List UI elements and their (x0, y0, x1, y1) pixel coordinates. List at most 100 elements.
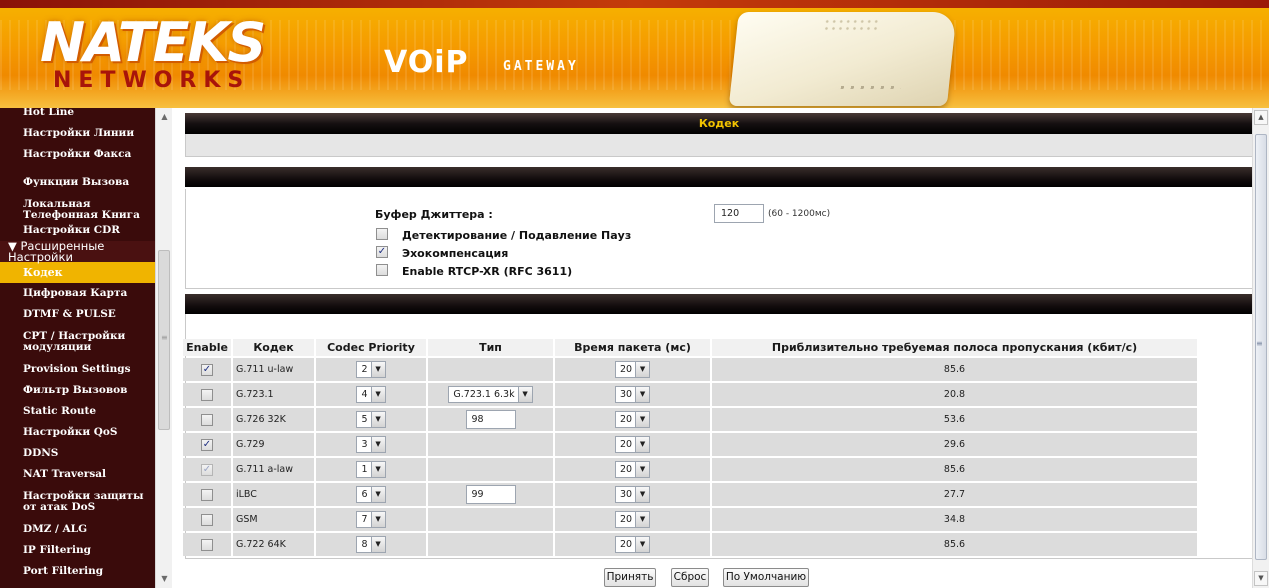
sidebar-item-16[interactable]: NAT Traversal (0, 464, 155, 485)
echo-cancel-checkbox[interactable]: ✓ (376, 246, 388, 258)
codec-priority-select[interactable]: 5 ▼ (356, 411, 386, 428)
codec-name: iLBC (233, 483, 314, 506)
arrow-down-icon[interactable]: ▼ (156, 572, 172, 586)
codec-packet-cell: 20 ▼ (555, 458, 710, 481)
sidebar-item-14[interactable]: Настройки QoS (0, 422, 155, 443)
arrow-up-icon[interactable]: ▲ (156, 110, 172, 124)
sidebar-item-18[interactable]: DMZ / ALG (0, 519, 155, 540)
sidebar-item-4[interactable]: Локальная Телефонная Книга (0, 198, 155, 220)
codec-enable-checkbox[interactable]: ✓ (201, 463, 213, 476)
jitter-buffer-range-hint: (60 - 1200мс) (768, 209, 831, 219)
packet-time-select[interactable]: 20 ▼ (614, 411, 651, 428)
sidebar-item-15[interactable]: DDNS (0, 443, 155, 464)
payload-type-input[interactable]: 98 (465, 410, 516, 429)
arrow-up-icon[interactable]: ▲ (1254, 110, 1268, 125)
packet-time-select[interactable]: 30 ▼ (614, 486, 651, 503)
sidebar-item-7[interactable]: Кодек (0, 262, 155, 283)
packet-time-select[interactable]: 20 ▼ (614, 511, 651, 528)
codec-priority-select[interactable]: 3 ▼ (356, 436, 386, 453)
chevron-down-icon[interactable]: ▼ (635, 512, 650, 527)
packet-time-select[interactable]: 20 ▼ (614, 436, 651, 453)
packet-time-select[interactable]: 20 ▼ (614, 461, 651, 478)
chevron-down-icon[interactable]: ▼ (517, 387, 532, 402)
sidebar-item-5[interactable]: Настройки CDR (0, 220, 155, 241)
sidebar-item-6[interactable]: ▼ Расширенные Настройки (0, 240, 155, 262)
codec-name: G.729 (233, 433, 314, 456)
chevron-down-icon[interactable]: ▼ (635, 437, 650, 452)
chevron-down-icon[interactable]: ▼ (370, 512, 385, 527)
codec-bandwidth: 29.6 (712, 433, 1197, 456)
chevron-down-icon[interactable]: ▼ (635, 412, 650, 427)
codec-priority-select[interactable]: 1 ▼ (356, 461, 386, 478)
codec-type-select[interactable]: G.723.1 6.3k ▼ (448, 386, 533, 403)
payload-type-input[interactable]: 99 (465, 485, 516, 504)
codec-row: ✓G.726 32K5▼9820▼53.6 (183, 408, 1197, 431)
codec-priority-cell: 7 ▼ (316, 508, 426, 531)
codec-enable-checkbox[interactable]: ✓ (201, 438, 213, 451)
codec-row: ✓ G.711 a-law 1 ▼ 20 ▼ 85.6 (183, 458, 1197, 481)
codec-enable-checkbox[interactable]: ✓ (201, 538, 213, 551)
sidebar-item-13[interactable]: Static Route (0, 401, 155, 422)
chevron-down-icon[interactable]: ▼ (635, 462, 650, 477)
codec-packet-cell: 20 ▼ (555, 433, 710, 456)
header-banner: NATEKS NETWORKS VOiP GATEWAY (0, 0, 1269, 108)
default-button[interactable]: По Умолчанию (723, 568, 809, 587)
chevron-down-icon[interactable]: ▼ (370, 362, 385, 377)
codec-priority-select[interactable]: 2 ▼ (356, 361, 386, 378)
codec-enable-checkbox[interactable]: ✓ (201, 388, 213, 401)
sidebar-item-1[interactable]: Настройки Линии (0, 123, 155, 144)
sidebar-item-12[interactable]: Фильтр Вызовов (0, 380, 155, 401)
codec-enable-cell: ✓ (183, 358, 231, 381)
col-priority-header: Codec Priority (316, 339, 426, 356)
codec-priority-select[interactable]: 6 ▼ (356, 486, 386, 503)
vad-checkbox[interactable]: ✓ (376, 228, 388, 240)
sidebar-item-9[interactable]: DTMF & PULSE (0, 304, 155, 325)
sidebar-item-20[interactable]: Port Filtering (0, 561, 155, 582)
reset-button[interactable]: Сброс (671, 568, 709, 587)
codec-enable-checkbox[interactable]: ✓ (201, 488, 213, 501)
sidebar-item-11[interactable]: Provision Settings (0, 359, 155, 380)
sidebar-item-0[interactable]: Hot Line (0, 108, 155, 123)
codec-priority-select[interactable]: 4 ▼ (356, 386, 386, 403)
sidebar-item-3[interactable]: Функции Вызова (0, 165, 155, 199)
codec-name: GSM (233, 508, 314, 531)
chevron-down-icon[interactable]: ▼ (370, 412, 385, 427)
chevron-down-icon[interactable]: ▼ (370, 487, 385, 502)
sidebar-item-2[interactable]: Настройки Факса (0, 144, 155, 165)
codec-row: ✓ G.711 u-law 2 ▼ 20 ▼ 85.6 (183, 358, 1197, 381)
codec-enable-checkbox[interactable]: ✓ (201, 513, 213, 526)
chevron-down-icon[interactable]: ▼ (370, 537, 385, 552)
arrow-down-icon[interactable]: ▼ (1254, 571, 1268, 586)
codec-priority-select[interactable]: 7 ▼ (356, 511, 386, 528)
rtcp-xr-checkbox[interactable]: ✓ (376, 264, 388, 276)
codec-enable-checkbox[interactable]: ✓ (201, 363, 213, 376)
codec-priority-value: 6 (361, 489, 368, 500)
apply-button[interactable]: Принять (604, 568, 656, 587)
codec-priority-select[interactable]: 8 ▼ (356, 536, 386, 553)
chevron-down-icon[interactable]: ▼ (635, 537, 650, 552)
settings-panel: Буфер Джиттера : 120 (60 - 1200мс) ✓ Дет… (185, 189, 1253, 289)
sidebar-item-19[interactable]: IP Filtering (0, 540, 155, 561)
page-scrollbar[interactable]: ▲ ≡ ▼ (1252, 108, 1269, 588)
chevron-down-icon[interactable]: ▼ (370, 462, 385, 477)
codec-bandwidth: 27.7 (712, 483, 1197, 506)
codec-type-cell (428, 508, 553, 531)
chevron-down-icon[interactable]: ▼ (370, 387, 385, 402)
sidebar-scrollbar[interactable]: ▲ ≡ ▼ (155, 108, 172, 588)
chevron-down-icon[interactable]: ▼ (370, 437, 385, 452)
sidebar-item-17[interactable]: Настройки защиты от атак DoS (0, 485, 155, 519)
codec-enable-checkbox[interactable]: ✓ (201, 413, 213, 426)
sidebar-item-10[interactable]: CPT / Настройки модуляции (0, 325, 155, 359)
chevron-down-icon[interactable]: ▼ (635, 387, 650, 402)
chevron-down-icon[interactable]: ▼ (635, 487, 650, 502)
jitter-buffer-input[interactable]: 120 (714, 204, 764, 223)
codec-bandwidth: 20.8 (712, 383, 1197, 406)
sidebar-nav-list: Hot Line Настройки Линии Настройки Факса Фу… (0, 108, 155, 582)
packet-time-select[interactable]: 20 ▼ (614, 361, 651, 378)
packet-time-select[interactable]: 30 ▼ (614, 386, 651, 403)
codec-table-body: ✓G.711 u-law2▼20▼85.6✓G.723.14▼G.723.1 6… (183, 358, 1197, 556)
scroll-grip-icon: ≡ (1256, 339, 1263, 348)
chevron-down-icon[interactable]: ▼ (635, 362, 650, 377)
sidebar-item-8[interactable]: Цифровая Карта (0, 283, 155, 304)
packet-time-select[interactable]: 20 ▼ (614, 536, 651, 553)
